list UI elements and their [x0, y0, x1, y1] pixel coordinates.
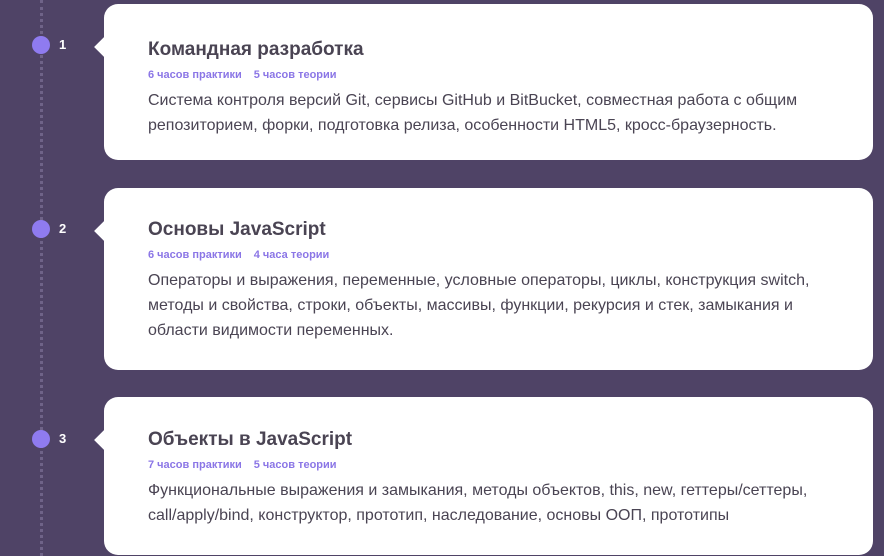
timeline-line	[40, 0, 43, 556]
module-card[interactable]: Командная разработка 6 часов практики 5 ч…	[104, 4, 873, 160]
theory-hours: 5 часов теории	[253, 459, 337, 471]
module-card[interactable]: Основы JavaScript 6 часов практики 4 часа…	[104, 188, 873, 370]
module-card[interactable]: Объекты в JavaScript 7 часов практики 5 ч…	[104, 397, 873, 555]
practice-hours: 7 часов практики	[148, 459, 242, 471]
module-title: Объекты в JavaScript	[148, 429, 353, 450]
practice-hours: 6 часов практики	[148, 249, 242, 261]
timeline-dot-icon	[32, 430, 50, 448]
module-title: Командная разработка	[148, 39, 364, 60]
timeline-dot-icon	[32, 36, 50, 54]
theory-hours: 4 часа теории	[253, 249, 330, 261]
timeline-dot-icon	[32, 220, 50, 238]
module-description: Операторы и выражения, переменные, услов…	[148, 272, 810, 339]
theory-hours: 5 часов теории	[253, 69, 337, 81]
module-number: 1	[59, 37, 67, 52]
practice-hours: 6 часов практики	[148, 69, 242, 81]
module-hours: 6 часов практики 5 часов теории	[148, 68, 853, 82]
module-title: Основы JavaScript	[148, 219, 326, 240]
module-hours: 7 часов практики 5 часов теории	[148, 458, 853, 472]
module-description: Система контроля версий Git, сервисы Git…	[148, 92, 798, 134]
module-hours: 6 часов практики 4 часа теории	[148, 248, 853, 262]
module-number: 2	[59, 221, 67, 236]
module-description: Функциональные выражения и замыкания, ме…	[148, 482, 808, 524]
module-number: 3	[59, 431, 67, 446]
